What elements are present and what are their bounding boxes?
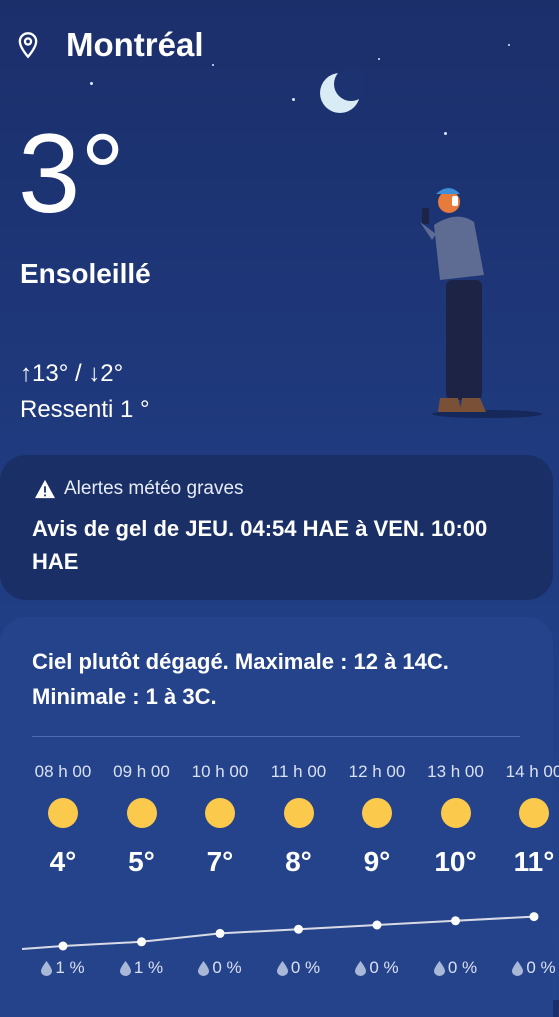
feels-like: Ressenti 1 ° xyxy=(20,396,150,423)
precipitation-value: 0 % xyxy=(290,958,321,977)
hour-time: 14 h 00 xyxy=(505,762,559,781)
precipitation-chance: 0 % xyxy=(337,958,417,978)
trend-point xyxy=(372,920,382,930)
sun-icon xyxy=(48,798,78,828)
trend-point xyxy=(215,928,225,938)
divider xyxy=(32,736,520,737)
precipitation-value: 1 % xyxy=(133,958,164,977)
trend-point xyxy=(294,924,303,934)
hour-time: 10 h 00 xyxy=(191,762,249,781)
precipitation-value: 0 % xyxy=(447,958,478,977)
alert-message: Avis de gel de JEU. 04:54 HAE à VEN. 10:… xyxy=(32,516,488,574)
hour-temperature: 7° xyxy=(206,846,234,877)
trend-point xyxy=(451,916,460,926)
alert-title-row: Alertes météo graves xyxy=(34,478,244,500)
hour-temperature: 4° xyxy=(49,846,77,877)
raindrop-icon xyxy=(433,960,445,976)
person-illustration xyxy=(420,188,542,418)
hour-time: 12 h 00 xyxy=(348,762,406,781)
raindrop-icon xyxy=(41,960,53,976)
sun-icon xyxy=(440,798,471,828)
precipitation-chance: 0 % xyxy=(180,958,260,978)
hour-temperature: 9° xyxy=(363,846,391,877)
sun-icon xyxy=(362,798,392,828)
raindrop-icon xyxy=(355,960,367,976)
precipitation-chance: 1 % xyxy=(102,958,182,978)
hour-time: 13 h 00 xyxy=(427,762,484,781)
warning-icon xyxy=(35,479,55,499)
precipitation-chance: 0 % xyxy=(416,958,496,978)
hourly-forecast[interactable]: 08 h 00 4° 1 % 09 h 00 5° 1 % 10 h 00 7° 0 % 11 h… xyxy=(22,756,559,1000)
city-name: Montréal xyxy=(66,26,204,63)
trend-point xyxy=(137,937,146,947)
precipitation-chance: 1 % xyxy=(23,958,103,978)
precipitation-value: 0 % xyxy=(369,958,399,977)
trend-point xyxy=(58,941,68,951)
location-pin-icon xyxy=(18,32,38,59)
hour-time: 11 h 00 xyxy=(270,762,327,781)
sun-icon xyxy=(519,798,549,828)
moon-icon xyxy=(320,70,364,113)
trend-point xyxy=(529,912,539,922)
raindrop-icon xyxy=(198,960,210,976)
hour-time: 09 h 00 xyxy=(113,762,170,781)
hour-temperature: 11° xyxy=(513,846,555,877)
current-temperature: 3° xyxy=(18,111,126,236)
high-low-temperature: ↑13° / ↓2° xyxy=(20,360,124,387)
raindrop-icon xyxy=(276,960,288,976)
raindrop-icon xyxy=(512,960,524,976)
precipitation-value: 0 % xyxy=(212,958,242,977)
sun-icon xyxy=(126,798,157,828)
hour-time: 08 h 00 xyxy=(34,762,92,781)
precipitation-chance: 0 % xyxy=(259,958,339,978)
alert-title: Alertes météo graves xyxy=(64,478,244,499)
precipitation-value: 0 % xyxy=(526,958,556,977)
hour-temperature: 8° xyxy=(285,846,312,877)
current-condition: Ensoleillé xyxy=(20,258,151,289)
hour-temperature: 5° xyxy=(128,846,155,877)
forecast-summary: Ciel plutôt dégagé. Maximale : 12 à 14C.… xyxy=(32,649,449,709)
precipitation-value: 1 % xyxy=(55,958,85,977)
location-header[interactable]: Montréal xyxy=(14,26,204,64)
precipitation-chance: 0 % xyxy=(494,958,559,978)
hour-temperature: 10° xyxy=(434,846,477,877)
raindrop-icon xyxy=(119,960,131,976)
sun-icon xyxy=(283,798,314,828)
sun-icon xyxy=(205,798,235,828)
